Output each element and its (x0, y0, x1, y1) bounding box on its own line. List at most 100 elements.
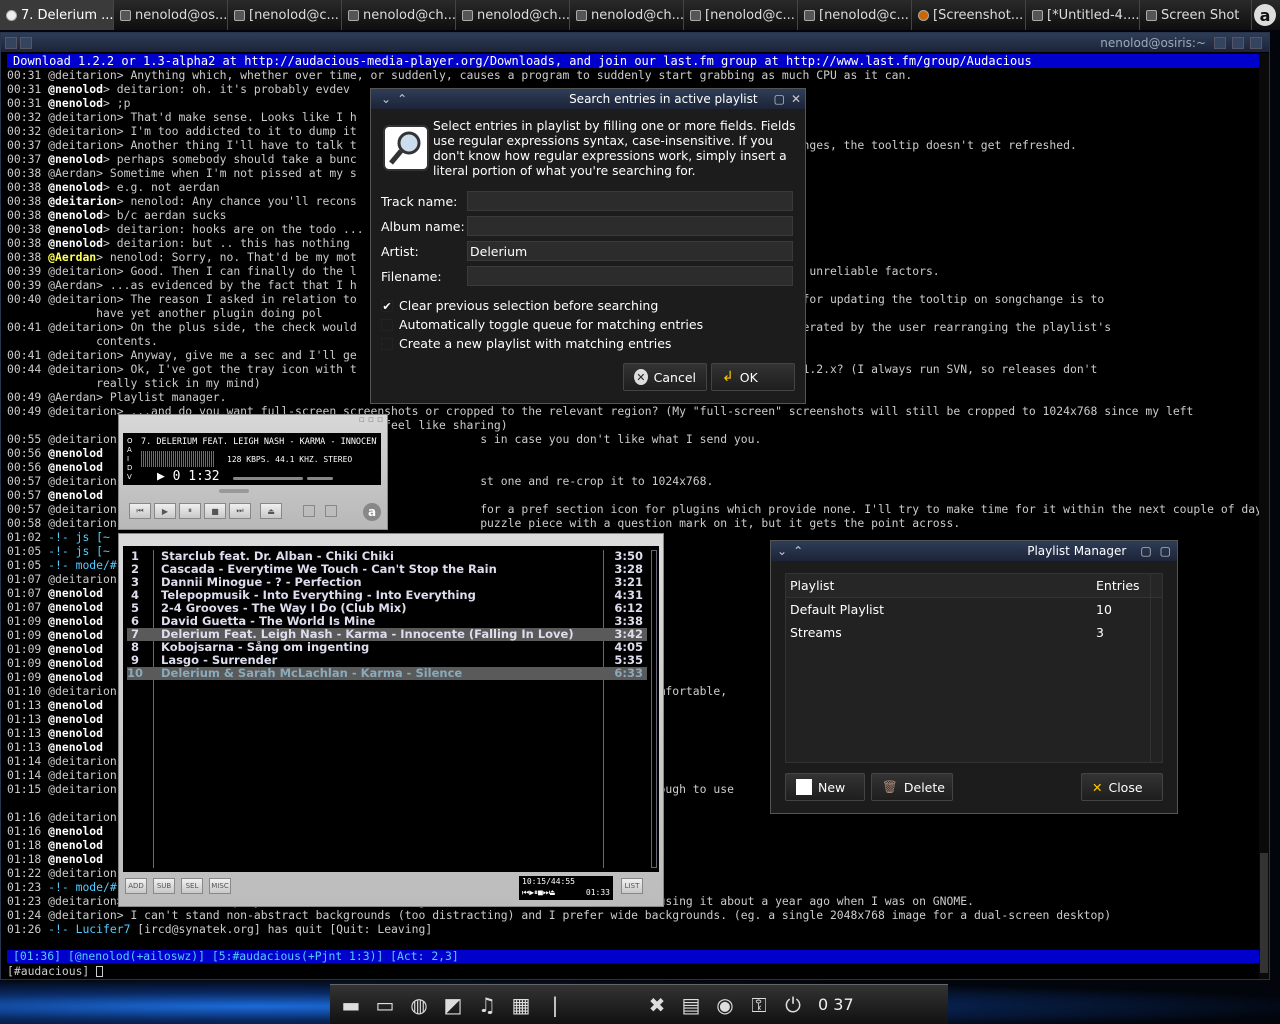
printer-icon[interactable]: ▤ (678, 992, 704, 1018)
seek-slider[interactable] (219, 489, 249, 493)
maximize-icon[interactable]: ▢ (774, 92, 785, 106)
minimize-icon[interactable]: ▫ (359, 415, 365, 427)
filename-input[interactable] (467, 266, 793, 286)
terminal-scrollbar[interactable] (1259, 53, 1269, 979)
task-terminal-4[interactable]: nenolod@ch... (456, 0, 570, 30)
task-delerium[interactable]: 7. Delerium ... (0, 0, 114, 30)
audacious-logo-icon[interactable]: a (363, 503, 381, 521)
col-playlist[interactable]: Playlist (786, 578, 1096, 593)
list-button[interactable]: LIST (621, 878, 643, 894)
track-name-input[interactable] (467, 191, 793, 211)
artist-input[interactable] (467, 241, 793, 261)
power-icon[interactable]: ⏻ (780, 992, 806, 1018)
shuffle-button[interactable] (303, 505, 315, 517)
task-terminal-7[interactable]: [nenolod@c... (798, 0, 912, 30)
close-icon[interactable]: ▢ (1160, 544, 1171, 558)
clear-selection-checkbox[interactable]: ✔ Clear previous selection before search… (381, 298, 658, 313)
sub-button[interactable]: SUB (153, 878, 175, 894)
checkbox-icon[interactable] (381, 318, 393, 331)
close-button[interactable]: ✕ Close (1081, 773, 1163, 801)
task-untitled[interactable]: [*Untitled-4.... (1026, 0, 1140, 30)
pause-button[interactable]: ⏸ (179, 503, 201, 519)
app-logo-icon[interactable]: a (1254, 4, 1276, 26)
lifebuoy-icon[interactable]: ◉ (712, 992, 738, 1018)
balance-slider[interactable] (307, 477, 333, 480)
visualizer[interactable] (141, 451, 215, 467)
chevron-up-icon[interactable]: ⌃ (397, 92, 407, 106)
repeat-button[interactable] (325, 505, 337, 517)
scroll-thumb[interactable] (1260, 853, 1268, 973)
task-screenshot-browser[interactable]: [Screenshot... (912, 0, 1026, 30)
table-scrollbar[interactable] (1150, 574, 1162, 762)
task-terminal-1[interactable]: nenolod@os... (114, 0, 228, 30)
task-terminal-5[interactable]: nenolod@ch... (570, 0, 684, 30)
volume-slider[interactable] (233, 477, 303, 480)
playlist-entry[interactable]: 3 Dannii Minogue - ? - Perfection 3:21 (127, 576, 647, 589)
chevron-down-icon[interactable]: ⌄ (381, 92, 391, 106)
playlist-entry[interactable]: 9 Lasgo - Surrender 5:35 (127, 654, 647, 667)
previous-button[interactable]: ⏮ (129, 503, 151, 519)
playlist-entry[interactable]: 7 Delerium Feat. Leigh Nash - Karma - Inn… (127, 628, 647, 641)
table-row[interactable]: Default Playlist 10 (786, 598, 1162, 621)
col-entries[interactable]: Entries (1096, 578, 1152, 593)
eject-button[interactable]: ⏏ (260, 503, 282, 519)
playlist-list[interactable]: 1 Starclub feat. Dr. Alban - Chiki Chiki 3… (123, 546, 659, 872)
playlist-time-display: 10:15/44:55 ⏮▶⏸■⏭⏏ 01:33 (519, 876, 613, 900)
stop-button[interactable]: ■ (204, 503, 226, 519)
cancel-button[interactable]: ✕ Cancel (623, 363, 707, 391)
playlist-scrollbar[interactable] (651, 550, 657, 868)
tools-icon[interactable]: ✖ (644, 992, 670, 1018)
task-terminal-3[interactable]: nenolod@ch... (342, 0, 456, 30)
terminal-launcher-icon[interactable]: ▬ (338, 992, 364, 1018)
checkbox-checked-icon[interactable]: ✔ (381, 299, 393, 312)
pager-icon[interactable]: ▦ (508, 992, 534, 1018)
shade-icon[interactable]: ▫ (368, 415, 374, 427)
chevron-down-icon[interactable] (5, 36, 17, 49)
sel-button[interactable]: SEL (181, 878, 203, 894)
iconify-icon[interactable] (1214, 36, 1226, 49)
task-terminal-2[interactable]: [nenolod@c... (228, 0, 342, 30)
task-label: nenolod@ch... (591, 7, 684, 23)
checkbox-icon[interactable] (381, 337, 393, 350)
music-icon[interactable]: ♫ (474, 992, 500, 1018)
add-button[interactable]: ADD (125, 878, 147, 894)
chevron-down-icon[interactable]: ⌄ (777, 544, 787, 558)
rewind-button[interactable]: ▶ (154, 503, 176, 519)
playlist-entry[interactable]: 1 Starclub feat. Dr. Alban - Chiki Chiki 3… (127, 550, 647, 563)
playlist-entry[interactable]: 6 David Guetta - The World Is Mine 3:38 (127, 615, 647, 628)
maximize-icon[interactable] (1232, 36, 1244, 49)
close-icon[interactable] (1250, 36, 1262, 49)
task-screen-shot[interactable]: Screen Shot (1140, 0, 1252, 30)
close-icon[interactable]: ▫ (377, 415, 383, 427)
new-button[interactable]: New (785, 773, 865, 801)
playlist-entry[interactable]: 10 Delerium & Sarah McLachlan - Karma - S… (127, 667, 647, 680)
irc-input[interactable]: [#audacious] (7, 964, 104, 978)
next-button[interactable]: ⏭ (229, 503, 251, 519)
table-row[interactable]: Streams 3 (786, 621, 1162, 644)
toggle-queue-checkbox[interactable]: Automatically toggle queue for matching … (381, 317, 703, 332)
playlist-entry[interactable]: 8 Kobojsarna - Sång om ingenting 4:05 (127, 641, 647, 654)
album-name-input[interactable] (467, 216, 793, 236)
browser-icon[interactable]: ◍ (406, 992, 432, 1018)
ok-button[interactable]: ↲ OK (711, 363, 795, 391)
maximize-icon[interactable]: ▢ (1140, 544, 1151, 558)
playlist-entry[interactable]: 4 Telepopmusik - Into Everything - Into E… (127, 589, 647, 602)
mini-controls[interactable]: ⏮▶⏸■⏭⏏ 01:33 (522, 888, 610, 898)
chevron-up-icon[interactable]: ⌃ (793, 544, 803, 558)
lock-icon[interactable]: ⚿ (746, 992, 772, 1018)
playlist-entry[interactable]: 5 2-4 Grooves - The Way I Do (Club Mix) 6:… (127, 602, 647, 615)
delete-button[interactable]: 🗑 Delete (871, 773, 953, 801)
terminal-icon (462, 9, 473, 21)
new-playlist-checkbox[interactable]: Create a new playlist with matching entr… (381, 336, 671, 351)
search-magnifier-icon (383, 125, 429, 171)
nick: @nenolod (48, 586, 104, 600)
misc-button[interactable]: MISC (209, 878, 231, 894)
close-icon[interactable]: ✕ (791, 92, 801, 106)
player-titlebar[interactable]: ▫ ▫ ▫ (119, 415, 387, 427)
folder-icon[interactable]: ▭ (372, 992, 398, 1018)
message: > nenolod: Any chance you'll recons (116, 194, 357, 208)
chevron-up-icon[interactable] (20, 36, 32, 49)
task-terminal-6[interactable]: [nenolod@c... (684, 0, 798, 30)
mail-icon[interactable]: ◩ (440, 992, 466, 1018)
playlist-entry[interactable]: 2 Cascada - Everytime We Touch - Can't St… (127, 563, 647, 576)
